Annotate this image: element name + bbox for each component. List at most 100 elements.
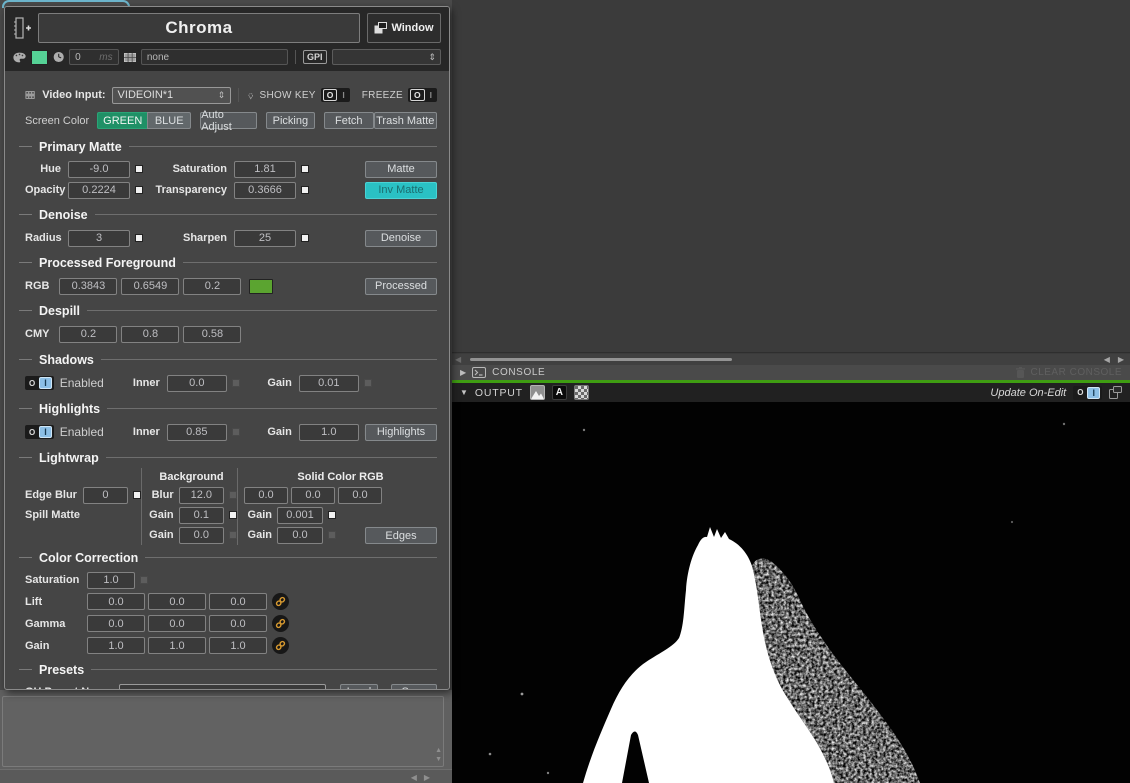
solid-b-field[interactable]: 0.0 xyxy=(338,487,382,504)
highlights-button[interactable]: Highlights xyxy=(365,424,437,441)
cc-value-field[interactable]: 1.0 xyxy=(209,637,267,654)
edge-blur-checkbox[interactable] xyxy=(133,491,141,499)
cc-value-field[interactable]: 0.0 xyxy=(87,593,145,610)
shadows-inner-checkbox[interactable] xyxy=(232,379,240,387)
window-button[interactable]: Window xyxy=(367,13,441,43)
edge-blur-field[interactable]: 0 xyxy=(83,487,128,504)
opacity-field[interactable]: 0.2224 xyxy=(68,182,130,199)
bg-blur-checkbox[interactable] xyxy=(229,491,237,499)
scroll-down-icon[interactable]: ▼ xyxy=(435,756,442,763)
shadows-gain-checkbox[interactable] xyxy=(364,379,372,387)
save-button[interactable]: Save xyxy=(391,684,437,691)
scroll-up-icon[interactable]: ▲ xyxy=(435,747,442,754)
sharpen-checkbox[interactable] xyxy=(301,234,309,242)
saturation-field[interactable]: 1.81 xyxy=(234,161,296,178)
link-channels-icon[interactable] xyxy=(272,593,289,610)
add-layer-icon[interactable] xyxy=(13,17,31,39)
right-hscrollbar[interactable]: ◀ ◀ ▶ xyxy=(452,354,1130,365)
output-collapse-icon[interactable]: ▼ xyxy=(460,388,468,397)
link-channels-icon[interactable] xyxy=(272,637,289,654)
despill-c-field[interactable]: 0.2 xyxy=(59,326,117,343)
edges-button[interactable]: Edges xyxy=(365,527,437,544)
rgb-view-icon[interactable] xyxy=(530,385,545,400)
alpha-view-icon[interactable]: A xyxy=(552,385,567,400)
hue-field[interactable]: -9.0 xyxy=(68,161,130,178)
cc-value-field[interactable]: 0.0 xyxy=(209,593,267,610)
bg-gain2-checkbox[interactable] xyxy=(229,531,237,539)
denoise-button[interactable]: Denoise xyxy=(365,230,437,247)
bg-gain2-field[interactable]: 0.0 xyxy=(179,527,224,544)
cc-saturation-field[interactable]: 1.0 xyxy=(87,572,135,589)
transparency-view-icon[interactable] xyxy=(574,385,589,400)
update-on-edit-toggle[interactable]: O I xyxy=(1073,386,1102,400)
fg-red-field[interactable]: 0.3843 xyxy=(59,278,117,295)
link-channels-icon[interactable] xyxy=(272,615,289,632)
popout-window-icon[interactable] xyxy=(1109,386,1122,399)
highlights-inner-checkbox[interactable] xyxy=(232,428,240,436)
background-hscrollbar[interactable]: ◀ ▶ xyxy=(0,769,452,783)
key-color-swatch[interactable] xyxy=(31,50,48,65)
screen-color-blue-button[interactable]: BLUE xyxy=(147,112,191,129)
scroll-left-icon[interactable]: ◀ xyxy=(1104,355,1110,364)
console-expand-icon[interactable]: ▶ xyxy=(460,368,466,377)
scroll-left-icon[interactable]: ◀ xyxy=(455,355,461,364)
cc-value-field[interactable]: 0.0 xyxy=(148,615,206,632)
radius-checkbox[interactable] xyxy=(135,234,143,242)
hue-checkbox[interactable] xyxy=(135,165,143,173)
cc-value-field[interactable]: 0.0 xyxy=(209,615,267,632)
scroll-left-icon[interactable]: ◀ xyxy=(411,773,417,782)
fetch-button[interactable]: Fetch xyxy=(324,112,373,129)
cc-value-field[interactable]: 1.0 xyxy=(87,637,145,654)
auto-adjust-button[interactable]: Auto Adjust xyxy=(200,112,256,129)
solid-gain1-field[interactable]: 0.001 xyxy=(277,507,323,524)
load-button[interactable]: Load xyxy=(340,684,378,691)
despill-m-field[interactable]: 0.8 xyxy=(121,326,179,343)
highlights-gain-field[interactable]: 1.0 xyxy=(299,424,359,441)
processed-button[interactable]: Processed xyxy=(365,278,437,295)
cc-value-field[interactable]: 0.0 xyxy=(148,593,206,610)
sharpen-field[interactable]: 25 xyxy=(234,230,296,247)
trash-matte-button[interactable]: Trash Matte xyxy=(374,112,437,129)
saturation-checkbox[interactable] xyxy=(301,165,309,173)
show-key-toggle[interactable]: O I xyxy=(321,88,350,102)
bg-blur-field[interactable]: 12.0 xyxy=(179,487,224,504)
shadows-inner-field[interactable]: 0.0 xyxy=(167,375,227,392)
cc-value-field[interactable]: 1.0 xyxy=(148,637,206,654)
bg-gain1-checkbox[interactable] xyxy=(229,511,237,519)
opacity-checkbox[interactable] xyxy=(135,186,143,194)
matte-button[interactable]: Matte xyxy=(365,161,437,178)
shadows-gain-field[interactable]: 0.01 xyxy=(299,375,359,392)
highlights-inner-field[interactable]: 0.85 xyxy=(167,424,227,441)
palette-icon[interactable] xyxy=(13,51,26,64)
preset-name-input[interactable] xyxy=(119,684,326,691)
solid-gain2-field[interactable]: 0.0 xyxy=(277,527,323,544)
radius-field[interactable]: 3 xyxy=(68,230,130,247)
solid-r-field[interactable]: 0.0 xyxy=(244,487,288,504)
shadows-enabled-toggle[interactable]: O I xyxy=(25,376,54,390)
highlights-enabled-toggle[interactable]: O I xyxy=(25,425,54,439)
video-input-select[interactable]: VIDEOIN*1 ⇕ xyxy=(112,87,232,104)
scroll-right-icon[interactable]: ▶ xyxy=(424,773,430,782)
delay-ms-field[interactable]: 0 ms xyxy=(69,49,119,65)
fg-green-field[interactable]: 0.6549 xyxy=(121,278,179,295)
despill-y-field[interactable]: 0.58 xyxy=(183,326,241,343)
scroll-right-icon[interactable]: ▶ xyxy=(1118,355,1124,364)
clear-console-button[interactable]: CLEAR CONSOLE xyxy=(1016,367,1122,378)
fg-blue-field[interactable]: 0.2 xyxy=(183,278,241,295)
gpi-select[interactable]: ⇕ xyxy=(332,49,441,65)
picking-button[interactable]: Picking xyxy=(266,112,315,129)
output-video-viewport[interactable] xyxy=(452,402,1130,783)
solid-gain1-checkbox[interactable] xyxy=(328,511,336,519)
freeze-toggle[interactable]: O I xyxy=(408,88,437,102)
mapping-field[interactable]: none xyxy=(141,49,288,65)
solid-g-field[interactable]: 0.0 xyxy=(291,487,335,504)
transparency-field[interactable]: 0.3666 xyxy=(234,182,296,199)
bg-gain1-field[interactable]: 0.1 xyxy=(179,507,224,524)
solid-gain2-checkbox[interactable] xyxy=(328,531,336,539)
inv-matte-button[interactable]: Inv Matte xyxy=(365,182,437,199)
scrollbar-thumb[interactable] xyxy=(470,358,732,361)
transparency-checkbox[interactable] xyxy=(301,186,309,194)
cc-value-field[interactable]: 0.0 xyxy=(87,615,145,632)
cc-saturation-checkbox[interactable] xyxy=(140,576,148,584)
foreground-color-swatch[interactable] xyxy=(249,279,273,294)
